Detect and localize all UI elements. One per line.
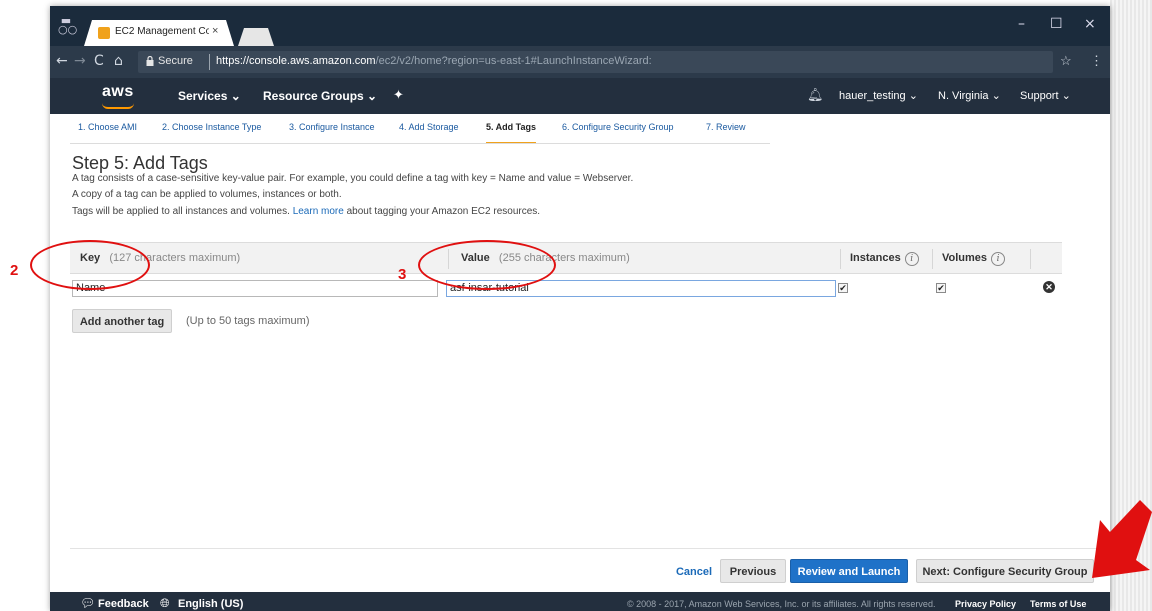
tab-title: EC2 Management Conso xyxy=(115,26,209,37)
add-tag-hint: (Up to 50 tags maximum) xyxy=(186,315,310,327)
description-line-3: Tags will be applied to all instances an… xyxy=(72,206,540,217)
remove-tag-icon[interactable]: ✕ xyxy=(1043,281,1055,293)
info-icon[interactable]: i xyxy=(991,252,1006,266)
user-menu[interactable]: hauer_testing ⌄ xyxy=(839,89,918,102)
annotation-ellipse-key xyxy=(30,240,150,290)
pin-icon[interactable]: ✦ xyxy=(393,87,404,103)
annotation-number-2: 2 xyxy=(10,262,19,279)
language-selector[interactable]: English (US) xyxy=(178,598,243,610)
instances-column-header: Instances i xyxy=(850,252,919,266)
region-menu[interactable]: N. Virginia ⌄ xyxy=(938,89,1001,102)
feedback-link[interactable]: Feedback xyxy=(98,598,149,610)
url-host: https://console.aws.amazon.com xyxy=(216,55,376,67)
more-menu-icon[interactable]: ⋮ xyxy=(1090,53,1103,69)
browser-tab[interactable]: EC2 Management Conso × xyxy=(84,20,234,46)
back-icon[interactable]: ← xyxy=(56,53,68,69)
forward-icon[interactable]: → xyxy=(74,53,86,69)
description-line-1: A tag consists of a case-sensitive key-v… xyxy=(72,173,634,184)
learn-more-link[interactable]: Learn more xyxy=(293,206,344,217)
new-tab-button[interactable] xyxy=(238,28,274,46)
footer-divider xyxy=(70,548,1100,549)
secure-label: Secure xyxy=(158,55,193,67)
minimize-icon[interactable]: – xyxy=(1018,16,1025,32)
aws-logo[interactable]: aws xyxy=(102,83,134,101)
aws-logo-smile-icon xyxy=(102,103,134,109)
address-separator xyxy=(209,54,210,70)
step-choose-ami[interactable]: 1. Choose AMI xyxy=(78,114,137,144)
services-menu[interactable]: Services ⌄ xyxy=(178,89,241,103)
step-add-tags[interactable]: 5. Add Tags xyxy=(486,114,537,144)
annotation-number-3: 3 xyxy=(398,266,407,283)
column-separator xyxy=(840,249,841,269)
volumes-header-label: Volumes xyxy=(942,252,988,264)
aws-navbar: aws Services ⌄ Resource Groups ⌄ ✦ 🔔︎ ha… xyxy=(50,78,1110,114)
bell-icon[interactable]: 🔔︎ xyxy=(807,87,824,103)
url-text[interactable]: https://console.aws.amazon.com/ec2/v2/ho… xyxy=(216,55,652,67)
lock-icon xyxy=(146,56,154,66)
volumes-column-header: Volumes i xyxy=(942,252,1006,266)
annotation-ellipse-value xyxy=(418,240,556,290)
add-another-tag-button[interactable]: Add another tag xyxy=(72,309,172,333)
review-and-launch-button[interactable]: Review and Launch xyxy=(790,559,908,583)
step-configure-security-group[interactable]: 6. Configure Security Group xyxy=(562,114,674,144)
column-separator xyxy=(1030,249,1031,269)
previous-button[interactable]: Previous xyxy=(720,559,786,583)
annotation-arrow-icon xyxy=(1092,500,1152,578)
address-bar[interactable]: Secure https://console.aws.amazon.com/ec… xyxy=(138,51,1053,73)
copyright-text: © 2008 - 2017, Amazon Web Services, Inc.… xyxy=(627,599,936,609)
step-add-storage[interactable]: 4. Add Storage xyxy=(399,114,459,144)
column-separator xyxy=(932,249,933,269)
terms-of-use-link[interactable]: Terms of Use xyxy=(1030,599,1086,609)
instances-checkbox[interactable]: ✔ xyxy=(838,283,848,293)
close-window-icon[interactable]: × xyxy=(1084,16,1096,32)
maximize-icon[interactable]: ☐ xyxy=(1050,16,1063,32)
address-toolbar: ← → C ⌂ Secure https://console.aws.amazo… xyxy=(50,46,1110,78)
privacy-policy-link[interactable]: Privacy Policy xyxy=(955,599,1016,609)
browser-window: ▬○○ EC2 Management Conso × – ☐ × ← → C ⌂… xyxy=(50,6,1110,611)
description-text: Tags will be applied to all instances an… xyxy=(72,206,290,217)
step-configure-instance[interactable]: 3. Configure Instance xyxy=(289,114,375,144)
tab-close-icon[interactable]: × xyxy=(212,25,218,37)
star-icon[interactable]: ☆ xyxy=(1060,53,1072,69)
browser-user-icon[interactable]: ▬ ○○ xyxy=(58,15,77,35)
description-text-end: about tagging your Amazon EC2 resources. xyxy=(346,206,541,217)
step-choose-instance-type[interactable]: 2. Choose Instance Type xyxy=(162,114,261,144)
page-title: Step 5: Add Tags xyxy=(72,153,208,173)
instances-header-label: Instances xyxy=(850,252,901,264)
tags-table-header: Key (127 characters maximum) Value (255 … xyxy=(70,242,1062,274)
volumes-checkbox[interactable]: ✔ xyxy=(936,283,946,293)
globe-icon: 🌐︎ xyxy=(160,596,170,610)
support-menu[interactable]: Support ⌄ xyxy=(1020,89,1071,102)
feedback-icon: 💬︎ xyxy=(80,596,96,610)
url-path: /ec2/v2/home?region=us-east-1#LaunchInst… xyxy=(375,55,652,67)
step-review[interactable]: 7. Review xyxy=(706,114,746,144)
info-icon[interactable]: i xyxy=(904,252,919,266)
resource-groups-menu[interactable]: Resource Groups ⌄ xyxy=(263,89,377,103)
next-configure-security-group-button[interactable]: Next: Configure Security Group xyxy=(916,559,1094,583)
reload-icon[interactable]: C xyxy=(94,53,104,69)
steps-divider xyxy=(70,143,770,144)
aws-footer: 💬︎ Feedback 🌐︎ English (US) © 2008 - 201… xyxy=(50,592,1110,611)
aws-favicon-icon xyxy=(98,27,110,39)
browser-titlebar: ▬○○ EC2 Management Conso × – ☐ × xyxy=(50,6,1110,46)
description-line-2: A copy of a tag can be applied to volume… xyxy=(72,189,342,200)
home-icon[interactable]: ⌂ xyxy=(114,53,123,69)
cancel-button[interactable]: Cancel xyxy=(672,561,716,583)
